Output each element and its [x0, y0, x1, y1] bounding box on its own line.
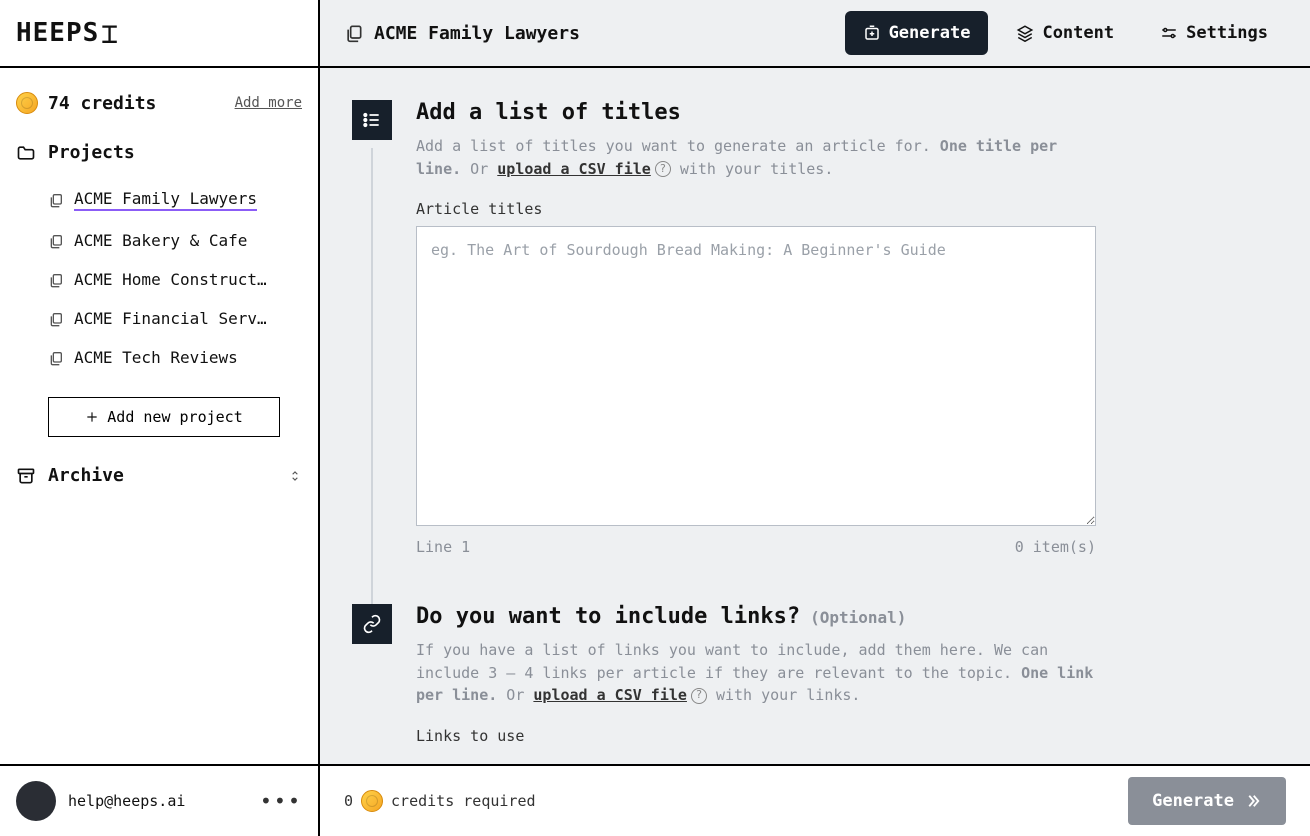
project-list: ACME Family Lawyers ACME Bakery & Cafe A… [48, 179, 302, 377]
sidebar-item-project[interactable]: ACME Financial Serv… [48, 299, 302, 338]
sidebar: 74 credits Add more Projects ACME Family… [0, 68, 320, 764]
optional-tag: (Optional) [810, 608, 906, 627]
avatar[interactable] [16, 781, 56, 821]
sidebar-item-label: ACME Family Lawyers [74, 189, 257, 211]
tab-settings-label: Settings [1186, 23, 1268, 43]
link-icon [352, 604, 392, 644]
textarea-footer: Line 1 0 item(s) [416, 538, 1096, 556]
credits-required: 0 credits required [344, 790, 536, 812]
folder-icon [16, 143, 36, 163]
project-title-text: ACME Family Lawyers [374, 23, 580, 44]
add-project-label: Add new project [107, 408, 242, 426]
step-title: Add a list of titles [416, 100, 1096, 125]
step-titles: Add a list of titles Add a list of title… [352, 100, 1250, 556]
credits-row: 74 credits Add more [16, 92, 302, 114]
archive-section[interactable]: Archive [16, 465, 302, 486]
projects-header-label: Projects [48, 142, 135, 163]
tab-settings[interactable]: Settings [1142, 11, 1286, 55]
article-titles-input[interactable] [416, 226, 1096, 526]
line-status: Line 1 [416, 538, 470, 556]
files-icon [48, 192, 64, 208]
sidebar-item-project[interactable]: ACME Family Lawyers [48, 179, 302, 221]
sidebar-item-label: ACME Bakery & Cafe [74, 231, 247, 250]
current-project-title: ACME Family Lawyers [344, 23, 580, 44]
generate-icon [863, 24, 881, 42]
sidebar-item-project[interactable]: ACME Tech Reviews [48, 338, 302, 377]
step-links: Do you want to include links? (Optional)… [352, 604, 1250, 753]
sidebar-item-project[interactable]: ACME Home Construct… [48, 260, 302, 299]
tab-content[interactable]: Content [998, 11, 1132, 55]
step-description: If you have a list of links you want to … [416, 639, 1096, 707]
item-count: 0 item(s) [1015, 538, 1096, 556]
more-menu-button[interactable]: ••• [260, 789, 302, 813]
sidebar-item-label: ACME Home Construct… [74, 270, 267, 289]
tab-content-label: Content [1042, 23, 1114, 43]
files-icon [48, 311, 64, 327]
account-email: help@heeps.ai [68, 792, 185, 810]
generate-button-label: Generate [1152, 791, 1234, 811]
add-project-button[interactable]: Add new project [48, 397, 280, 437]
archive-label: Archive [48, 465, 124, 486]
files-icon [344, 23, 364, 43]
field-label: Article titles [416, 200, 1096, 218]
sidebar-item-project[interactable]: ACME Bakery & Cafe [48, 221, 302, 260]
sliders-icon [1160, 24, 1178, 42]
projects-header: Projects [16, 142, 302, 163]
brand-logo[interactable]: HEEPS⌶ [16, 17, 111, 50]
tab-generate[interactable]: Generate [845, 11, 989, 55]
credits-required-label: credits required [391, 792, 536, 810]
topbar-logo-area: HEEPS⌶ [0, 0, 320, 68]
files-icon [48, 350, 64, 366]
coin-icon [16, 92, 38, 114]
sidebar-item-label: ACME Tech Reviews [74, 348, 238, 367]
step-description: Add a list of titles you want to generat… [416, 135, 1096, 180]
field-label: Links to use [416, 727, 1096, 745]
chevron-up-down-icon [288, 467, 302, 485]
step-title-text: Do you want to include links? [416, 604, 800, 629]
credits-count: 74 credits [48, 93, 156, 114]
step-title: Do you want to include links? (Optional) [416, 604, 1096, 629]
account-bar: help@heeps.ai ••• [0, 764, 320, 836]
generate-button[interactable]: Generate [1128, 777, 1286, 825]
archive-icon [16, 466, 36, 486]
brand-name: HEEPS [16, 18, 99, 48]
chevron-double-right-icon [1244, 792, 1262, 810]
help-icon[interactable]: ? [655, 161, 671, 177]
list-icon [352, 100, 392, 140]
credits-required-count: 0 [344, 792, 353, 810]
step-title-text: Add a list of titles [416, 100, 681, 125]
cursor-icon: ⌶ [101, 17, 111, 50]
plus-icon [85, 410, 99, 424]
files-icon [48, 272, 64, 288]
upload-csv-link[interactable]: upload a CSV file [533, 686, 687, 704]
coin-icon [361, 790, 383, 812]
add-more-credits-link[interactable]: Add more [235, 95, 302, 111]
tab-generate-label: Generate [889, 23, 971, 43]
layers-icon [1016, 24, 1034, 42]
topbar: ACME Family Lawyers Generate Content Set… [320, 0, 1310, 68]
files-icon [48, 233, 64, 249]
help-icon[interactable]: ? [691, 688, 707, 704]
main-content: Add a list of titles Add a list of title… [320, 68, 1310, 764]
upload-csv-link[interactable]: upload a CSV file [497, 160, 651, 178]
sidebar-item-label: ACME Financial Serv… [74, 309, 267, 328]
action-bar: 0 credits required Generate [320, 764, 1310, 836]
